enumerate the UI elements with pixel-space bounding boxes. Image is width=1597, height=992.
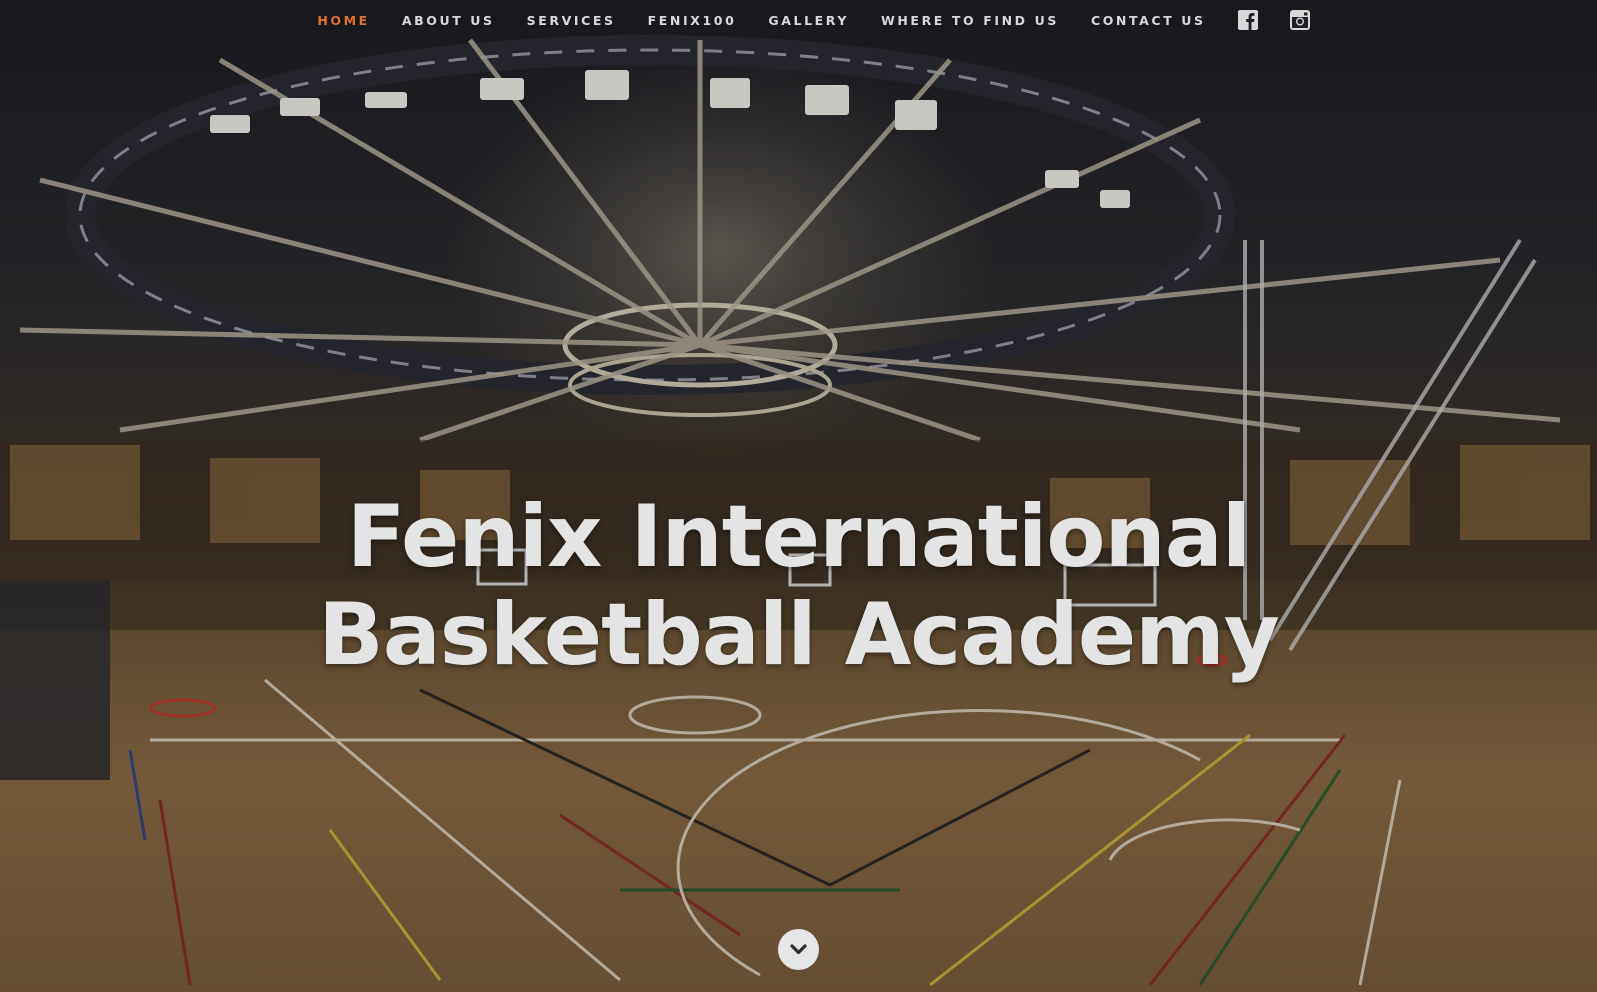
nav-items: HOME ABOUT US SERVICES FENIX100 GALLERY … [301,10,1325,30]
nav-item-home[interactable]: HOME [317,13,369,28]
nav-item-contact-us[interactable]: CONTACT US [1091,13,1206,28]
nav-item-about-us[interactable]: ABOUT US [402,13,495,28]
chevron-down-icon [790,944,807,955]
facebook-icon[interactable] [1237,10,1258,30]
nav-item-where-to-find-us[interactable]: WHERE TO FIND US [881,13,1059,28]
hero-section: HOME ABOUT US SERVICES FENIX100 GALLERY … [0,0,1597,992]
instagram-icon[interactable] [1289,10,1310,30]
nav-item-gallery[interactable]: GALLERY [768,13,849,28]
nav-item-fenix100[interactable]: FENIX100 [648,13,737,28]
hero-title-line-1: Fenix International [346,487,1251,587]
scroll-down-button[interactable] [778,929,819,970]
top-navigation: HOME ABOUT US SERVICES FENIX100 GALLERY … [0,0,1597,40]
hero-title-line-2: Basketball Academy [318,585,1280,685]
hero-title: Fenix International Basketball Academy [0,488,1597,684]
nav-item-services[interactable]: SERVICES [527,13,616,28]
